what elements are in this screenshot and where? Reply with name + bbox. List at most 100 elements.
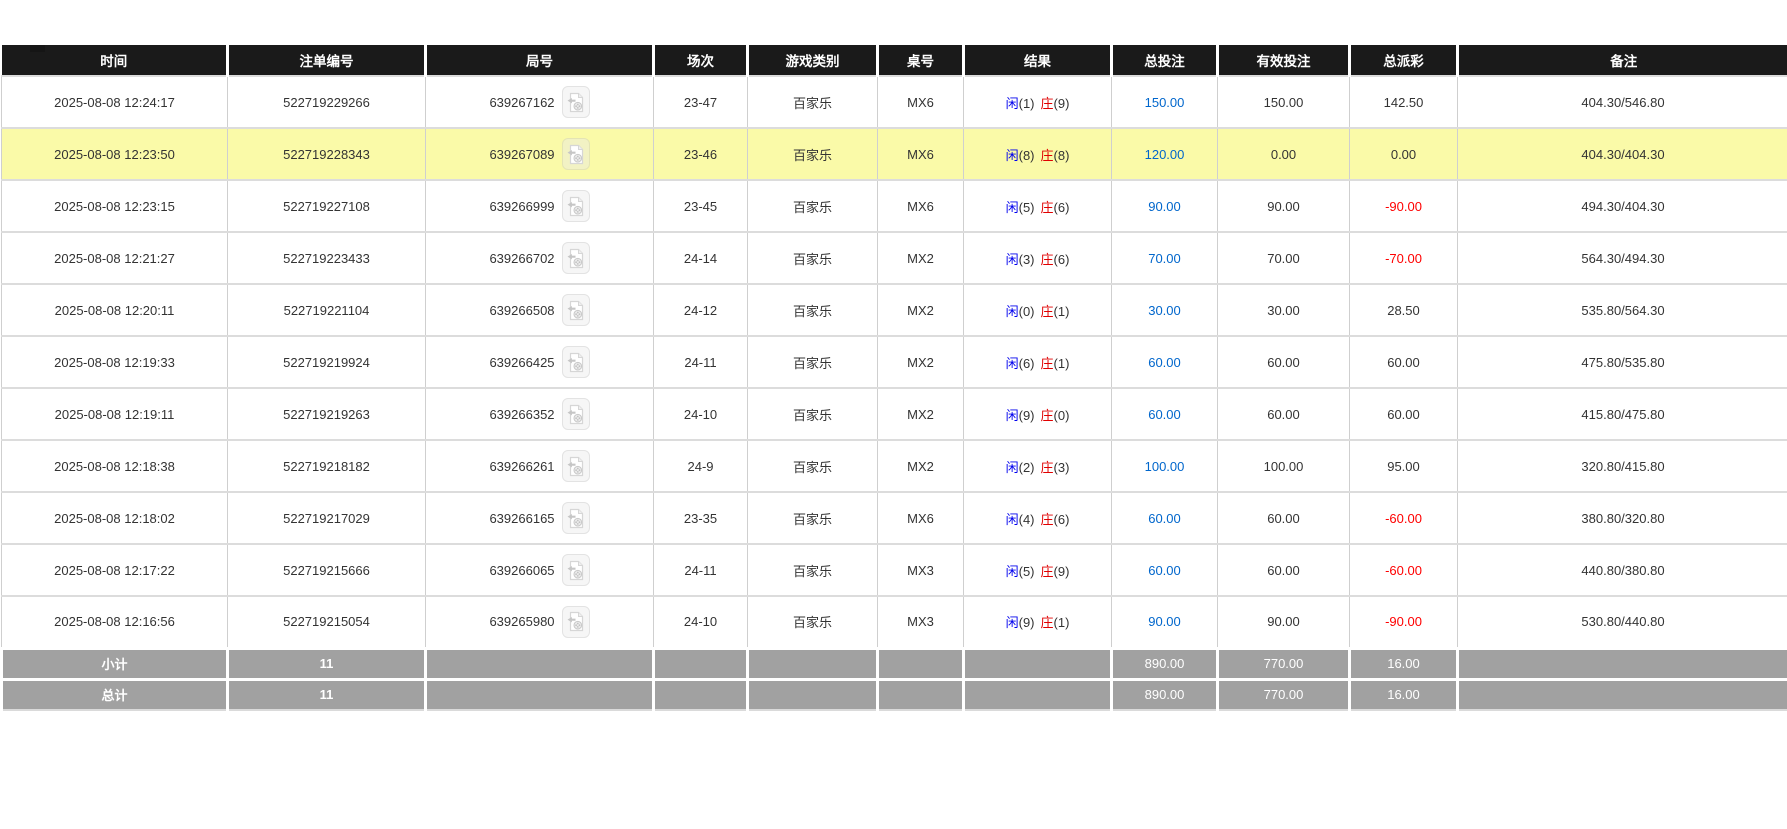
player-result-label: 闲 [1006, 356, 1019, 371]
cell-bet-id: 522719223433 [228, 232, 426, 284]
video-replay-icon[interactable] [562, 398, 590, 430]
player-result-score: (9) [1019, 615, 1035, 630]
cell-game-type: 百家乐 [748, 128, 878, 180]
cell-game-no: 639266261 [426, 440, 654, 492]
cell-result: 闲(8)庄(8) [964, 128, 1112, 180]
cell-payout: -70.00 [1350, 232, 1458, 284]
cell-result: 闲(3)庄(6) [964, 232, 1112, 284]
cell-game-type: 百家乐 [748, 336, 878, 388]
cell-bet-id: 522719227108 [228, 180, 426, 232]
cell-time: 2025-08-08 12:23:50 [2, 128, 228, 180]
table-header-row: 时间 注单编号 局号 场次 游戏类别 桌号 结果 总投注 有效投注 总派彩 备注 [2, 45, 1787, 76]
video-replay-icon[interactable] [562, 190, 590, 222]
cell-table-no: MX3 [878, 544, 964, 596]
cell-time: 2025-08-08 12:19:11 [2, 388, 228, 440]
footer-payout: 16.00 [1350, 648, 1458, 679]
player-result-label: 闲 [1006, 615, 1019, 630]
banker-result-label: 庄 [1041, 356, 1054, 371]
cell-game-no: 639266999 [426, 180, 654, 232]
video-file-glyph [567, 560, 584, 581]
cell-payout: -60.00 [1350, 492, 1458, 544]
table-row[interactable]: 2025-08-08 12:23:15522719227108639266999… [2, 180, 1787, 232]
cell-session: 23-47 [654, 76, 748, 128]
cell-result: 闲(1)庄(9) [964, 76, 1112, 128]
game-no-value: 639266425 [489, 355, 554, 370]
table-row[interactable]: 2025-08-08 12:20:11522719221104639266508… [2, 284, 1787, 336]
cell-game-no: 639266165 [426, 492, 654, 544]
cell-valid-bet: 90.00 [1218, 180, 1350, 232]
cell-payout: 28.50 [1350, 284, 1458, 336]
game-no-value: 639266065 [489, 563, 554, 578]
video-replay-icon[interactable] [562, 294, 590, 326]
video-replay-icon[interactable] [562, 138, 590, 170]
cell-bet-id: 522719215054 [228, 596, 426, 648]
video-replay-icon[interactable] [562, 346, 590, 378]
player-result-score: (4) [1019, 512, 1035, 527]
cell-game-no: 639266702 [426, 232, 654, 284]
footer-empty-cell [1458, 679, 1787, 710]
game-no-value: 639266261 [489, 459, 554, 474]
video-replay-icon[interactable] [562, 554, 590, 586]
video-replay-icon[interactable] [562, 450, 590, 482]
cell-total-bet: 100.00 [1112, 440, 1218, 492]
col-header-table-no: 桌号 [878, 45, 964, 76]
table-row[interactable]: 2025-08-08 12:17:22522719215666639266065… [2, 544, 1787, 596]
video-replay-icon[interactable] [562, 606, 590, 638]
banker-result-score: (6) [1054, 512, 1070, 527]
video-replay-icon[interactable] [562, 242, 590, 274]
game-no-value: 639266352 [489, 407, 554, 422]
cell-result: 闲(2)庄(3) [964, 440, 1112, 492]
cell-valid-bet: 60.00 [1218, 388, 1350, 440]
player-result-score: (0) [1019, 304, 1035, 319]
player-result-score: (3) [1019, 252, 1035, 267]
game-no-value: 639266508 [489, 303, 554, 318]
cell-game-type: 百家乐 [748, 180, 878, 232]
table-row[interactable]: 2025-08-08 12:18:38522719218182639266261… [2, 440, 1787, 492]
footer-empty-cell [964, 648, 1112, 679]
cell-remark: 564.30/494.30 [1458, 232, 1787, 284]
video-file-glyph [567, 144, 584, 165]
cell-valid-bet: 60.00 [1218, 336, 1350, 388]
cell-time: 2025-08-08 12:24:17 [2, 76, 228, 128]
footer-label: 小计 [2, 648, 228, 679]
cell-session: 24-10 [654, 388, 748, 440]
cell-time: 2025-08-08 12:21:27 [2, 232, 228, 284]
cell-bet-id: 522719229266 [228, 76, 426, 128]
video-replay-icon[interactable] [562, 502, 590, 534]
cell-remark: 404.30/404.30 [1458, 128, 1787, 180]
cell-game-type: 百家乐 [748, 544, 878, 596]
cell-game-no: 639266065 [426, 544, 654, 596]
cell-remark: 535.80/564.30 [1458, 284, 1787, 336]
col-header-game-no: 局号 [426, 45, 654, 76]
video-file-glyph [567, 404, 584, 425]
table-row[interactable]: 2025-08-08 12:16:56522719215054 639265980… [2, 596, 1787, 648]
player-result-score: (1) [1019, 96, 1035, 111]
table-row[interactable]: 2025-08-08 12:18:02522719217029639266165… [2, 492, 1787, 544]
cell-bet-id: 522719219263 [228, 388, 426, 440]
cell-table-no: MX2 [878, 440, 964, 492]
cell-valid-bet: 60.00 [1218, 544, 1350, 596]
banker-result-score: (0) [1054, 408, 1070, 423]
col-header-game-type: 游戏类别 [748, 45, 878, 76]
cell-total-bet: 120.00 [1112, 128, 1218, 180]
cell-time: 2025-08-08 12:16:56 [2, 596, 228, 648]
table-row[interactable]: 2025-08-08 12:19:11522719219263 639266352… [2, 388, 1787, 440]
player-result-score: (5) [1019, 564, 1035, 579]
cell-valid-bet: 150.00 [1218, 76, 1350, 128]
table-row[interactable]: 2025-08-08 12:19:33522719219924639266425… [2, 336, 1787, 388]
cell-table-no: MX6 [878, 492, 964, 544]
table-row[interactable]: 2025-08-08 12:21:27522719223433639266702… [2, 232, 1787, 284]
cell-game-type: 百家乐 [748, 440, 878, 492]
banker-result-label: 庄 [1041, 408, 1054, 423]
video-replay-icon[interactable] [562, 86, 590, 118]
game-no-value: 639265980 [489, 614, 554, 629]
cell-game-type: 百家乐 [748, 388, 878, 440]
cell-session: 23-46 [654, 128, 748, 180]
cell-total-bet: 70.00 [1112, 232, 1218, 284]
cell-game-no: 639267162 [426, 76, 654, 128]
cell-time: 2025-08-08 12:17:22 [2, 544, 228, 596]
table-row[interactable]: 2025-08-08 12:23:50522719228343639267089… [2, 128, 1787, 180]
footer-valid-bet: 770.00 [1218, 679, 1350, 710]
cell-session: 24-11 [654, 544, 748, 596]
table-row[interactable]: 2025-08-08 12:24:17522719229266639267162… [2, 76, 1787, 128]
